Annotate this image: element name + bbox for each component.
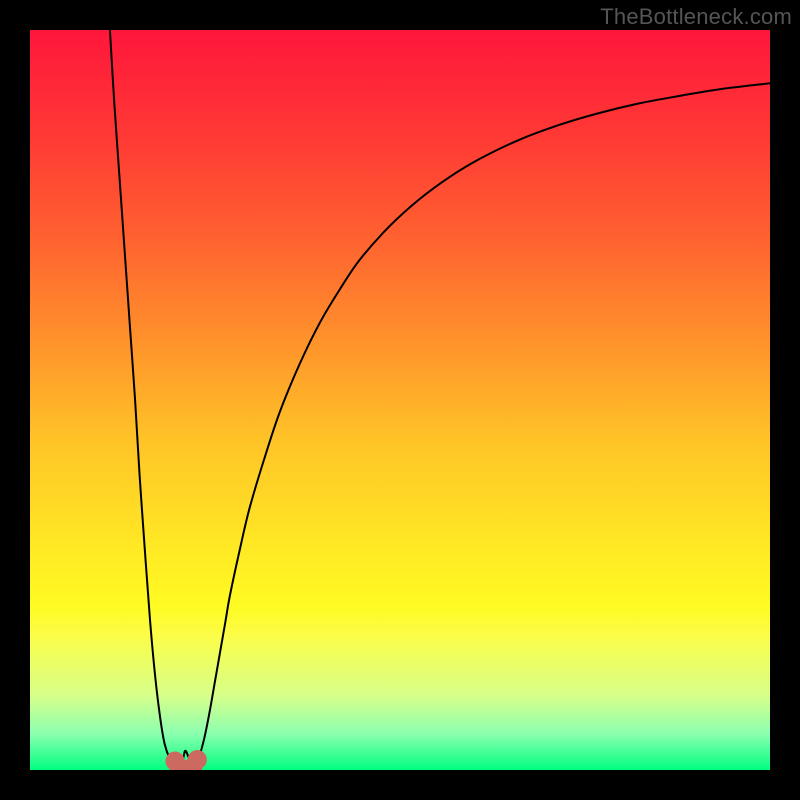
outer-frame: TheBottleneck.com	[0, 0, 800, 800]
plot-background	[30, 30, 770, 770]
plot-area	[30, 30, 770, 770]
plot-svg	[30, 30, 770, 770]
attribution-label: TheBottleneck.com	[600, 4, 792, 30]
marker-dip-right-wall	[188, 750, 207, 769]
